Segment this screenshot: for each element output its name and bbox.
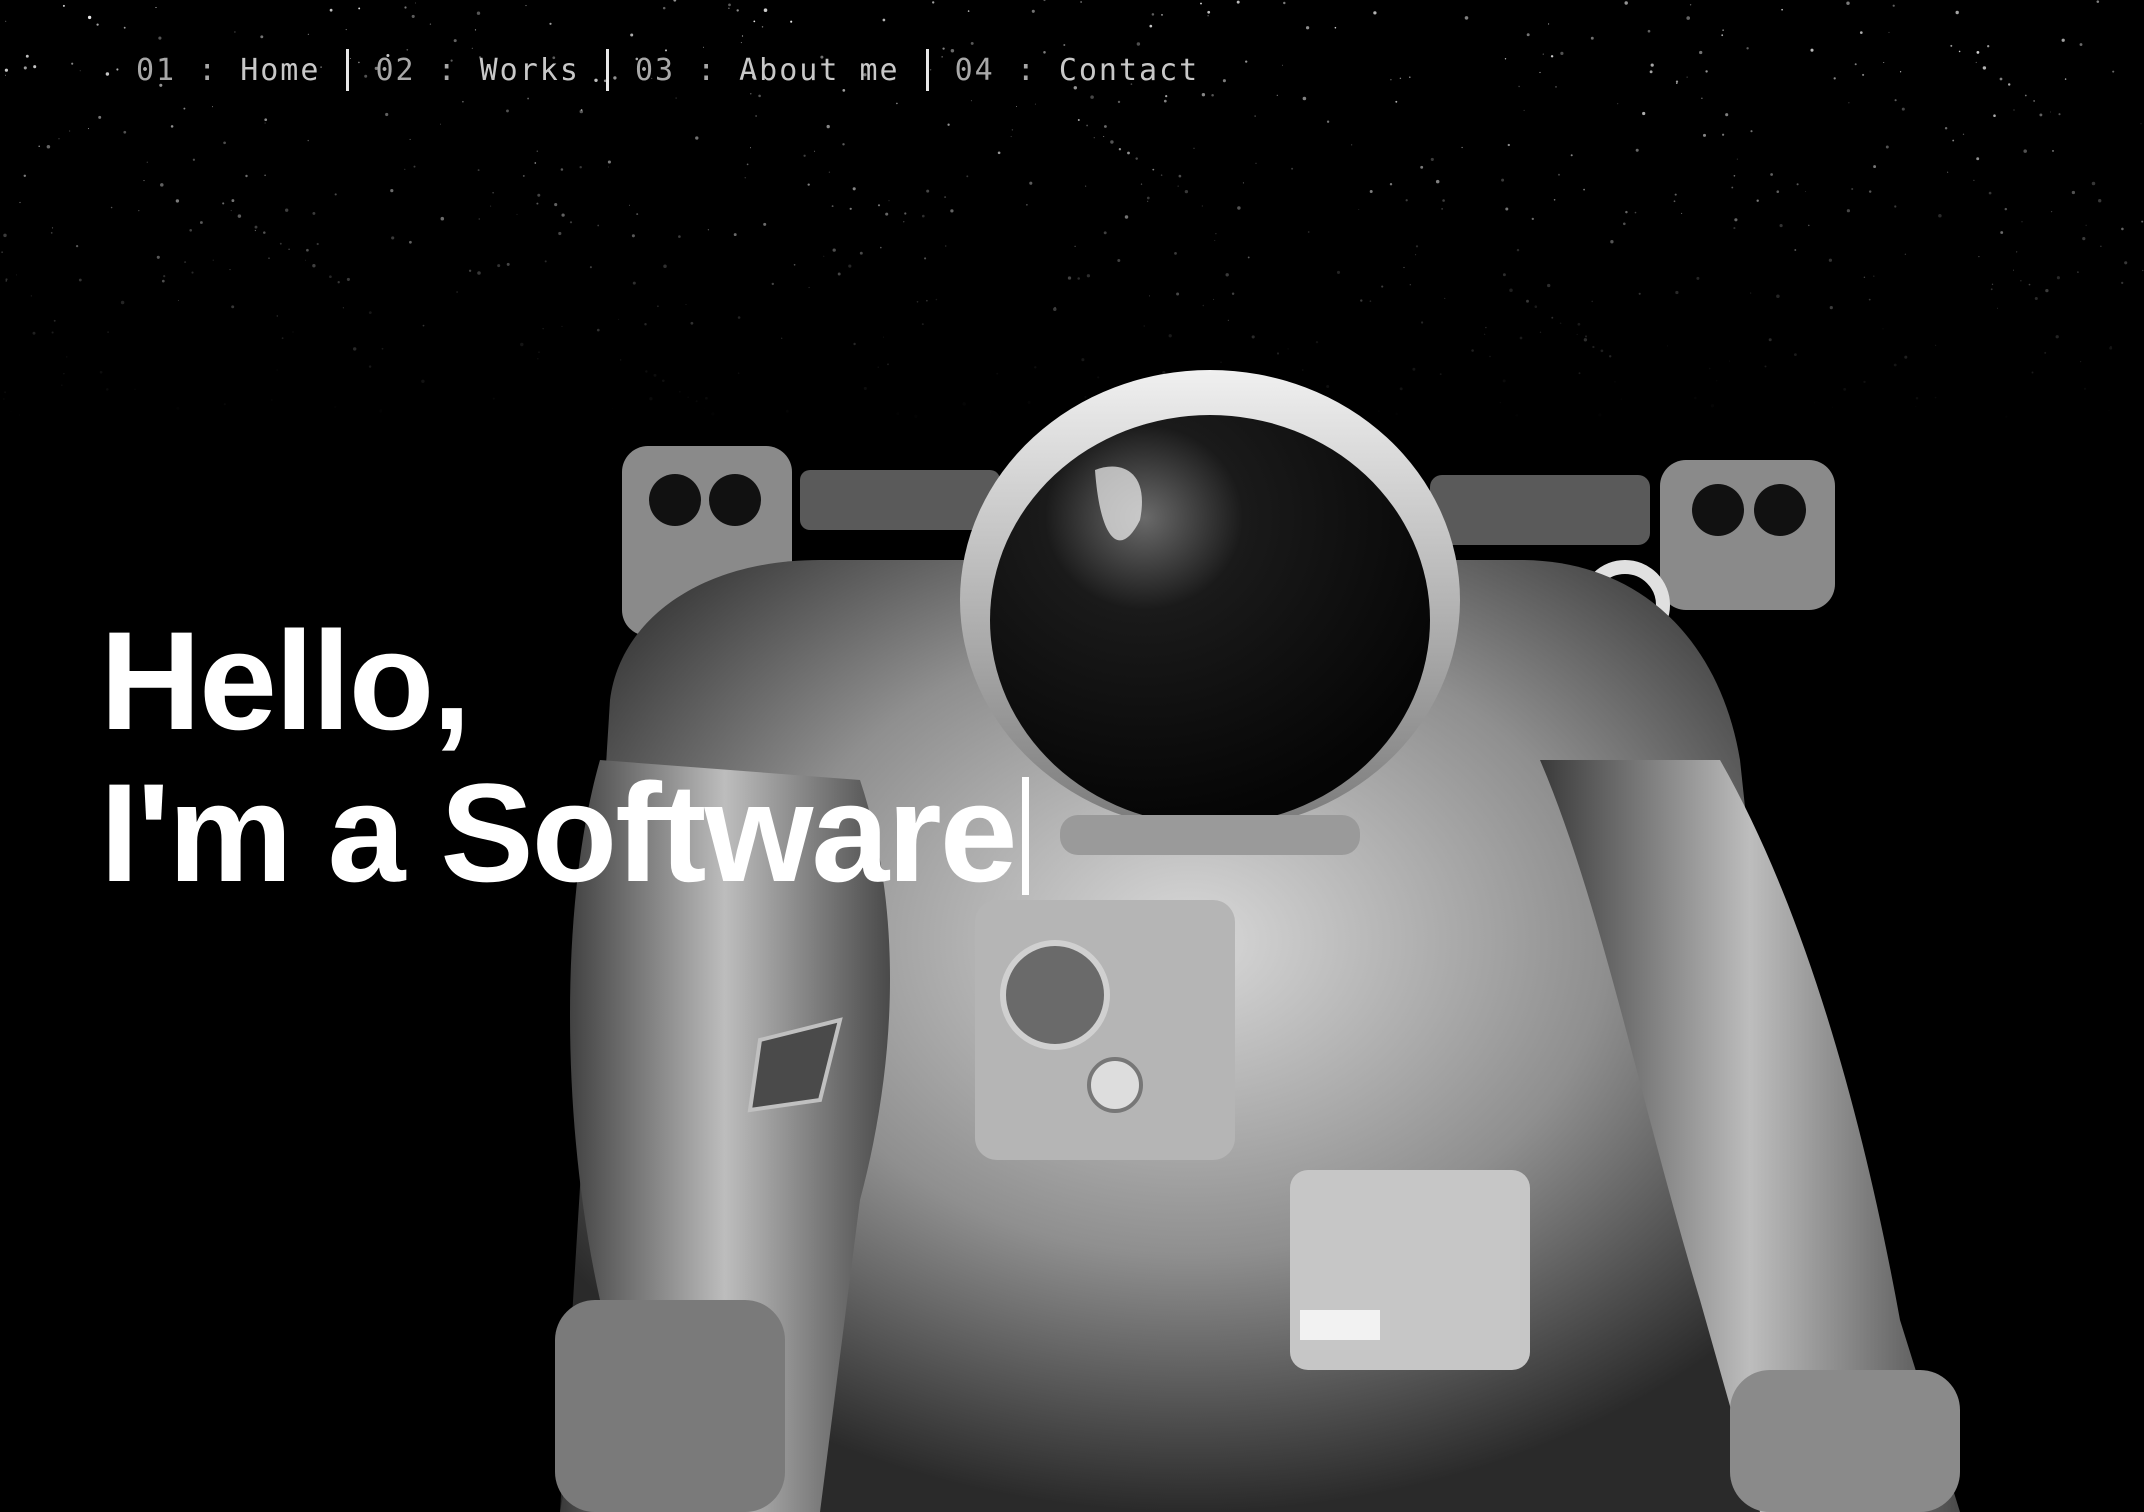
nav-item-number: 03 [634,52,676,88]
hero-greeting: Hello, [100,602,471,759]
nav-item-separator: : [437,52,458,88]
hero-typed-line: I'm a Software [100,757,1029,909]
hero-headline: Hello, I'm a Software [100,605,1029,909]
nav-item-contact[interactable]: 04 : Contact [955,53,1200,88]
nav-item-label: Contact [1058,52,1200,88]
page: 01 : Home 02 : Works 03 : About me 04 : … [0,0,2144,1512]
nav-divider [925,49,929,91]
text-caret-icon [1021,777,1029,895]
nav-divider [346,49,350,91]
nav-item-separator: : [198,52,219,88]
nav-item-about[interactable]: 03 : About me [635,53,900,88]
nav-item-label: About me [739,52,900,88]
nav-item-separator: : [1016,52,1037,88]
helmet-visor [990,415,1430,825]
nav-item-home[interactable]: 01 : Home [136,53,320,88]
right-glove [1730,1370,1960,1512]
main-nav: 01 : Home 02 : Works 03 : About me 04 : … [136,46,1199,94]
nav-item-number: 04 [954,52,995,88]
nav-item-label: Works [479,52,580,88]
nav-item-works[interactable]: 02 : Works [375,53,580,88]
nav-item-label: Home [240,52,321,88]
hero-typed-text: I'm a Software [100,754,1018,911]
nav-item-separator: : [697,52,718,88]
left-glove [555,1300,785,1512]
nav-divider [605,49,609,91]
nav-item-number: 01 [136,52,177,88]
emblem-icon [1000,940,1110,1050]
nav-item-number: 02 [375,52,416,88]
